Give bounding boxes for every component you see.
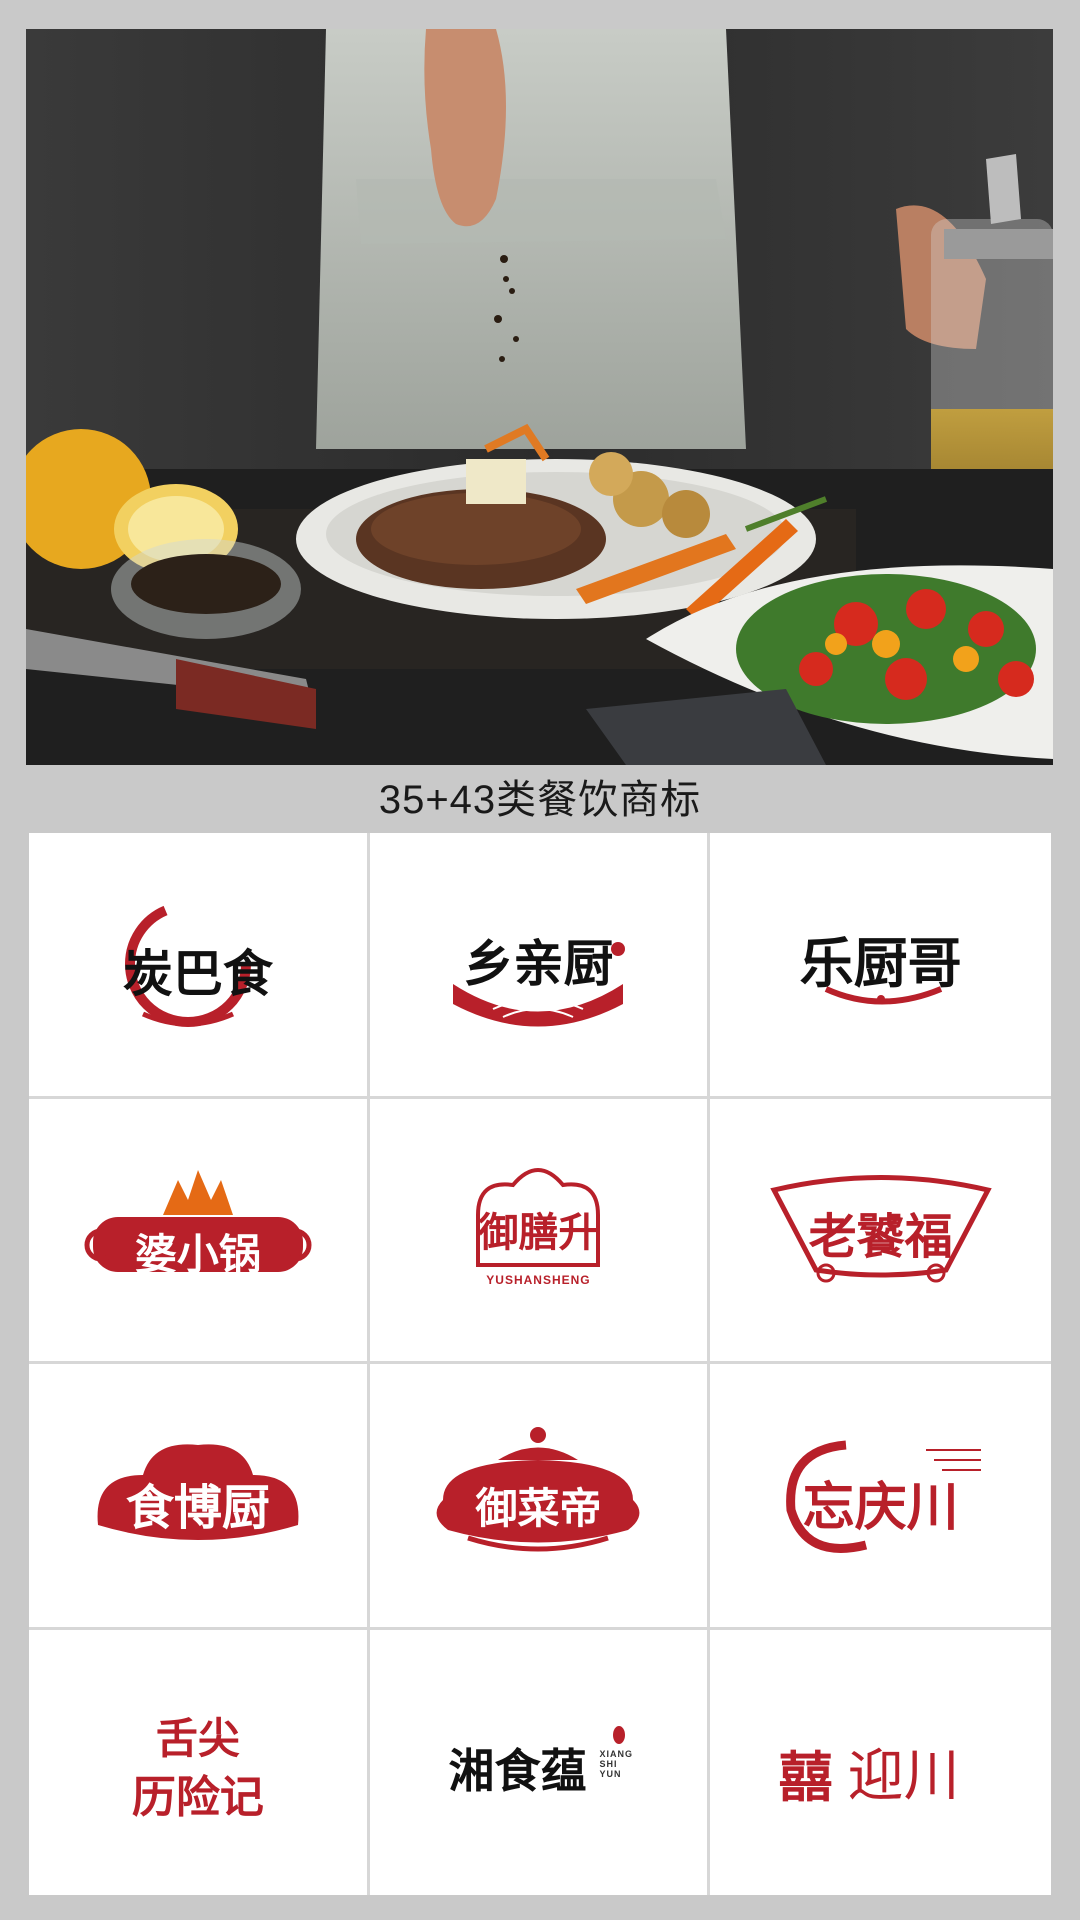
- logo-yucaidi: 御菜帝: [423, 1420, 653, 1570]
- logo-shibochu: 食博厨: [83, 1420, 313, 1570]
- caption: 35+43类餐饮商标: [378, 778, 702, 822]
- logo-cell: 乐厨哥: [710, 833, 1051, 1099]
- logo-cell: 老饕福: [710, 1099, 1051, 1364]
- logo-text-line2: 历险记: [131, 1772, 264, 1824]
- logo-cell: 婆小锅: [29, 1098, 370, 1364]
- hero-photo: [26, 29, 1053, 765]
- logo-cell: 囍 迎川: [710, 1630, 1051, 1896]
- logo-symbol: 囍: [778, 1745, 833, 1810]
- logo-text: 老饕福: [808, 1208, 953, 1265]
- logo-text: 食博厨: [125, 1480, 270, 1537]
- logo-grid: 炭巴食 乡亲厨 乐厨哥 婆小锅 御膳升 YUSHANSHENG 老饕福 食博厨 …: [29, 833, 1051, 1895]
- logo-cell: 御菜帝: [369, 1364, 711, 1630]
- logo-text: 御菜帝: [475, 1484, 602, 1534]
- logo-text: 忘庆川: [802, 1477, 959, 1539]
- logo-laotaofu: 老饕福: [766, 1155, 996, 1305]
- logo-text-line1: 舌尖: [155, 1714, 240, 1764]
- logo-xiangshiyun: 湘食蕴 XIANG SHI YUN: [423, 1687, 653, 1837]
- logo-yingchuan: 囍 迎川: [766, 1687, 996, 1837]
- logo-shejian: 舌尖 历险记: [83, 1687, 313, 1837]
- logo-xiangqinchu: 乡亲厨: [423, 889, 653, 1039]
- logo-text: 迎川: [847, 1744, 960, 1810]
- logo-text: 乡亲厨: [463, 934, 614, 994]
- logo-cell: 乡亲厨: [369, 833, 711, 1099]
- logo-text: 婆小锅: [134, 1229, 261, 1279]
- logo-cell: 御膳升 YUSHANSHENG: [369, 1098, 711, 1364]
- logo-cell: 忘庆川: [710, 1364, 1051, 1630]
- logo-lechuge: 乐厨哥: [766, 889, 996, 1039]
- logo-text: 湘食蕴: [448, 1744, 587, 1799]
- logo-text: 乐厨哥: [799, 931, 962, 996]
- logo-poxiaoguo: 婆小锅: [83, 1155, 313, 1305]
- logo-yushansheng: 御膳升 YUSHANSHENG: [423, 1155, 653, 1305]
- logo-cell: 舌尖 历险记: [29, 1629, 370, 1895]
- logo-pinyin: YUSHANSHENG: [486, 1272, 591, 1287]
- logo-tanbashi: 炭巴食: [83, 889, 313, 1039]
- logo-cell: 炭巴食: [29, 833, 370, 1099]
- logo-text: 炭巴食: [122, 944, 273, 1004]
- logo-text: 御膳升: [478, 1208, 599, 1256]
- logo-cell: 湘食蕴 XIANG SHI YUN: [370, 1629, 711, 1895]
- logo-cell: 食博厨: [29, 1364, 370, 1630]
- logo-wangqingchuan: 忘庆川: [766, 1420, 996, 1570]
- logo-pinyin: XIANG SHI YUN: [599, 1749, 633, 1780]
